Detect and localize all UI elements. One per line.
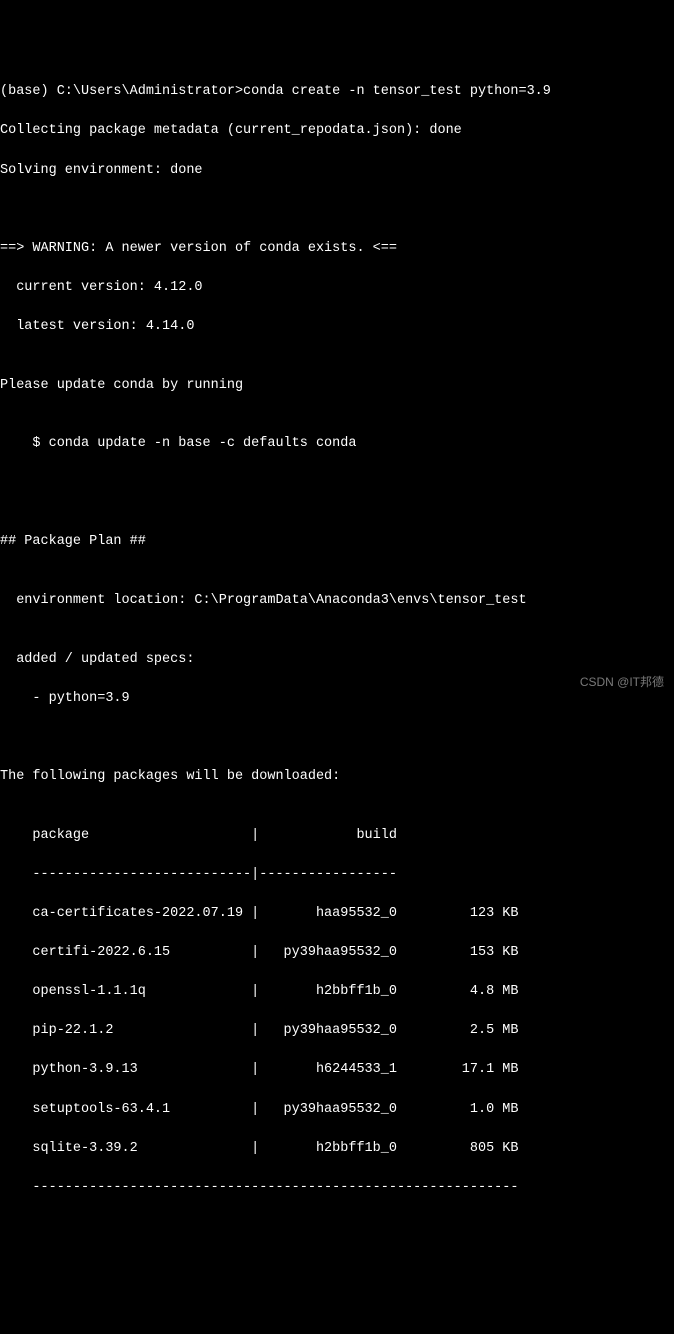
watermark: CSDN @IT邦德 (580, 674, 664, 691)
table-row: setuptools-63.4.1 | py39haa95532_0 1.0 M… (0, 1100, 674, 1120)
output-line: Collecting package metadata (current_rep… (0, 121, 674, 141)
table-row: ca-certificates-2022.07.19 | haa95532_0 … (0, 904, 674, 924)
table-footer-divider: ----------------------------------------… (0, 1178, 674, 1198)
output-line: Solving environment: done (0, 161, 674, 181)
table-row: pip-22.1.2 | py39haa95532_0 2.5 MB (0, 1021, 674, 1041)
specs-header: added / updated specs: (0, 650, 674, 670)
env-location: environment location: C:\ProgramData\Ana… (0, 591, 674, 611)
specs-item: - python=3.9 (0, 689, 674, 709)
table-divider: ---------------------------|------------… (0, 865, 674, 885)
table-row: openssl-1.1.1q | h2bbff1b_0 4.8 MB (0, 982, 674, 1002)
plan-header: ## Package Plan ## (0, 532, 674, 552)
update-command: $ conda update -n base -c defaults conda (0, 434, 674, 454)
table-row: certifi-2022.6.15 | py39haa95532_0 153 K… (0, 943, 674, 963)
prompt-line[interactable]: (base) C:\Users\Administrator>conda crea… (0, 82, 674, 102)
table-row: sqlite-3.39.2 | h2bbff1b_0 805 KB (0, 1139, 674, 1159)
version-line: current version: 4.12.0 (0, 278, 674, 298)
table-header: package | build (0, 826, 674, 846)
download-header: The following packages will be downloade… (0, 767, 674, 787)
update-prompt: Please update conda by running (0, 376, 674, 396)
warning-header: ==> WARNING: A newer version of conda ex… (0, 239, 674, 259)
version-line: latest version: 4.14.0 (0, 317, 674, 337)
table-row: python-3.9.13 | h6244533_1 17.1 MB (0, 1060, 674, 1080)
